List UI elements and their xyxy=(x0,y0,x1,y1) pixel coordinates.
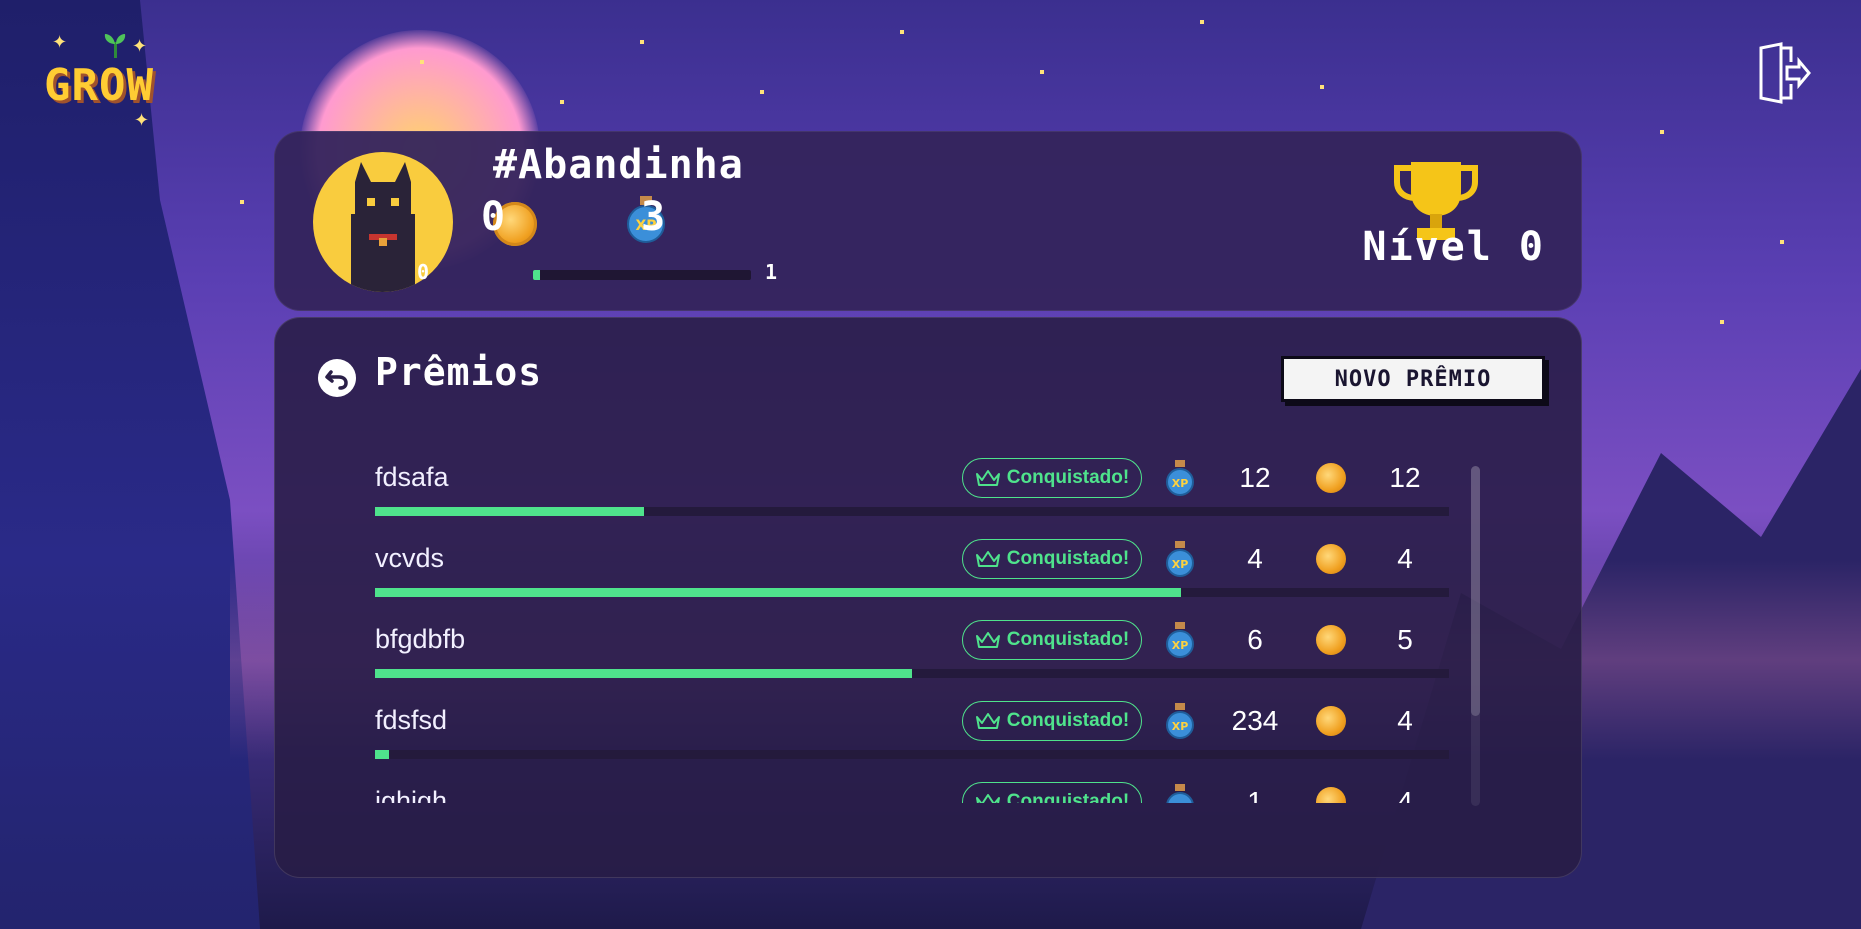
badge-label: Conquistado! xyxy=(1006,629,1130,650)
reward-name: fdsfsd xyxy=(375,705,448,735)
exit-icon[interactable] xyxy=(1751,42,1813,104)
reward-xp: 12 xyxy=(1239,462,1271,493)
reward-xp: 6 xyxy=(1247,624,1263,655)
reward-row[interactable]: fdsafa Conquistado! XP 12 12 xyxy=(375,458,1495,539)
star xyxy=(1780,240,1784,244)
sparkle-icon: ✦ xyxy=(132,36,148,57)
xp-potion-icon: XP xyxy=(1166,784,1194,803)
back-arrow-icon[interactable] xyxy=(317,358,357,398)
svg-text:XP: XP xyxy=(1172,558,1189,571)
reward-coins: 4 xyxy=(1397,705,1413,736)
star xyxy=(1660,130,1664,134)
coins-value: 0 xyxy=(481,194,506,240)
star xyxy=(760,90,764,94)
reward-row[interactable]: jghjgh Conquistado! XP 1 4 xyxy=(375,782,1495,803)
star xyxy=(240,200,244,204)
svg-text:XP: XP xyxy=(1172,639,1189,652)
conquered-badge: Conquistado! xyxy=(962,701,1142,741)
svg-text:XP: XP xyxy=(1172,801,1189,803)
reward-row[interactable]: fdsfsd Conquistado! XP 234 4 xyxy=(375,701,1495,782)
cat-avatar-icon xyxy=(351,162,415,292)
star xyxy=(1040,70,1044,74)
reward-progress-fill xyxy=(375,588,1181,597)
reward-progress-bar xyxy=(375,669,1449,678)
star xyxy=(640,40,644,44)
star xyxy=(560,100,564,104)
star xyxy=(420,60,424,64)
conquered-badge: Conquistado! xyxy=(962,458,1142,498)
badge-label: Conquistado! xyxy=(1006,467,1130,488)
scrollbar-thumb[interactable] xyxy=(1471,466,1480,716)
coin-icon xyxy=(1316,463,1346,493)
reward-coins: 4 xyxy=(1397,543,1413,574)
reward-row[interactable]: bfgdbfb Conquistado! XP 6 5 xyxy=(375,620,1495,701)
logo-text: GROW xyxy=(44,60,154,111)
coin-icon xyxy=(1316,706,1346,736)
crown-icon xyxy=(975,551,1000,567)
reward-progress-fill xyxy=(375,507,644,516)
reward-xp: 4 xyxy=(1247,543,1263,574)
badge-label: Conquistado! xyxy=(1006,710,1130,731)
reward-xp: 1 xyxy=(1247,786,1263,803)
new-reward-button[interactable]: NOVO PRÊMIO xyxy=(1281,356,1545,402)
conquered-badge: Conquistado! xyxy=(962,782,1142,803)
reward-coins: 12 xyxy=(1389,462,1421,493)
reward-name: vcvds xyxy=(375,543,445,573)
level-label: Nível 0 xyxy=(1362,224,1545,270)
reward-row[interactable]: vcvds Conquistado! XP 4 4 xyxy=(375,539,1495,620)
cliff xyxy=(0,0,260,929)
avatar[interactable] xyxy=(313,152,453,292)
reward-name: bfgdbfb xyxy=(375,624,466,654)
sparkle-icon: ✦ xyxy=(134,110,150,131)
reward-xp: 234 xyxy=(1231,705,1279,736)
crown-icon xyxy=(975,713,1000,729)
svg-text:XP: XP xyxy=(1172,477,1189,490)
crown-icon xyxy=(975,794,1000,803)
reward-coins: 4 xyxy=(1397,786,1413,803)
reward-progress-bar xyxy=(375,750,1449,759)
xp-potion-icon: XP xyxy=(1166,541,1194,577)
badge-label: Conquistado! xyxy=(1006,548,1130,569)
sparkle-icon: ✦ xyxy=(52,32,68,53)
badge-label: Conquistado! xyxy=(1006,791,1130,803)
level-progress-bar xyxy=(533,270,751,280)
reward-coins: 5 xyxy=(1397,624,1413,655)
reward-progress-fill xyxy=(375,750,389,759)
xp-potion-icon: XP xyxy=(1166,460,1194,496)
reward-name: jghjgh xyxy=(375,786,448,803)
star xyxy=(1200,20,1204,24)
coin-icon xyxy=(1316,544,1346,574)
grow-logo[interactable]: ✦ ✦ ✦ GROW xyxy=(40,30,190,131)
level-min: 0 xyxy=(417,260,430,284)
profile-card: #Abandinha 0 XP 3 0 1 Nível 0 xyxy=(274,131,1582,311)
star xyxy=(1720,320,1724,324)
reward-progress-bar xyxy=(375,588,1449,597)
conquered-badge: Conquistado! xyxy=(962,620,1142,660)
username: #Abandinha xyxy=(493,142,744,188)
crown-icon xyxy=(975,470,1000,486)
coin-icon xyxy=(1316,787,1346,803)
xp-potion-icon: XP xyxy=(1166,622,1194,658)
rewards-list[interactable]: fdsafa Conquistado! XP 12 12 vcvds Conqu… xyxy=(375,458,1495,803)
section-title: Prêmios xyxy=(375,350,543,394)
scrollbar[interactable] xyxy=(1471,466,1480,806)
rewards-card: Prêmios NOVO PRÊMIO fdsafa Conquistado! … xyxy=(274,317,1582,878)
reward-progress-fill xyxy=(375,669,912,678)
xp-value: 3 xyxy=(641,194,666,240)
star xyxy=(900,30,904,34)
level-max: 1 xyxy=(765,260,778,284)
crown-icon xyxy=(975,632,1000,648)
conquered-badge: Conquistado! xyxy=(962,539,1142,579)
svg-text:XP: XP xyxy=(1172,720,1189,733)
star xyxy=(1320,85,1324,89)
coin-icon xyxy=(1316,625,1346,655)
sprout-icon xyxy=(104,34,126,58)
reward-progress-bar xyxy=(375,507,1449,516)
reward-name: fdsafa xyxy=(375,462,449,492)
xp-potion-icon: XP xyxy=(1166,703,1194,739)
